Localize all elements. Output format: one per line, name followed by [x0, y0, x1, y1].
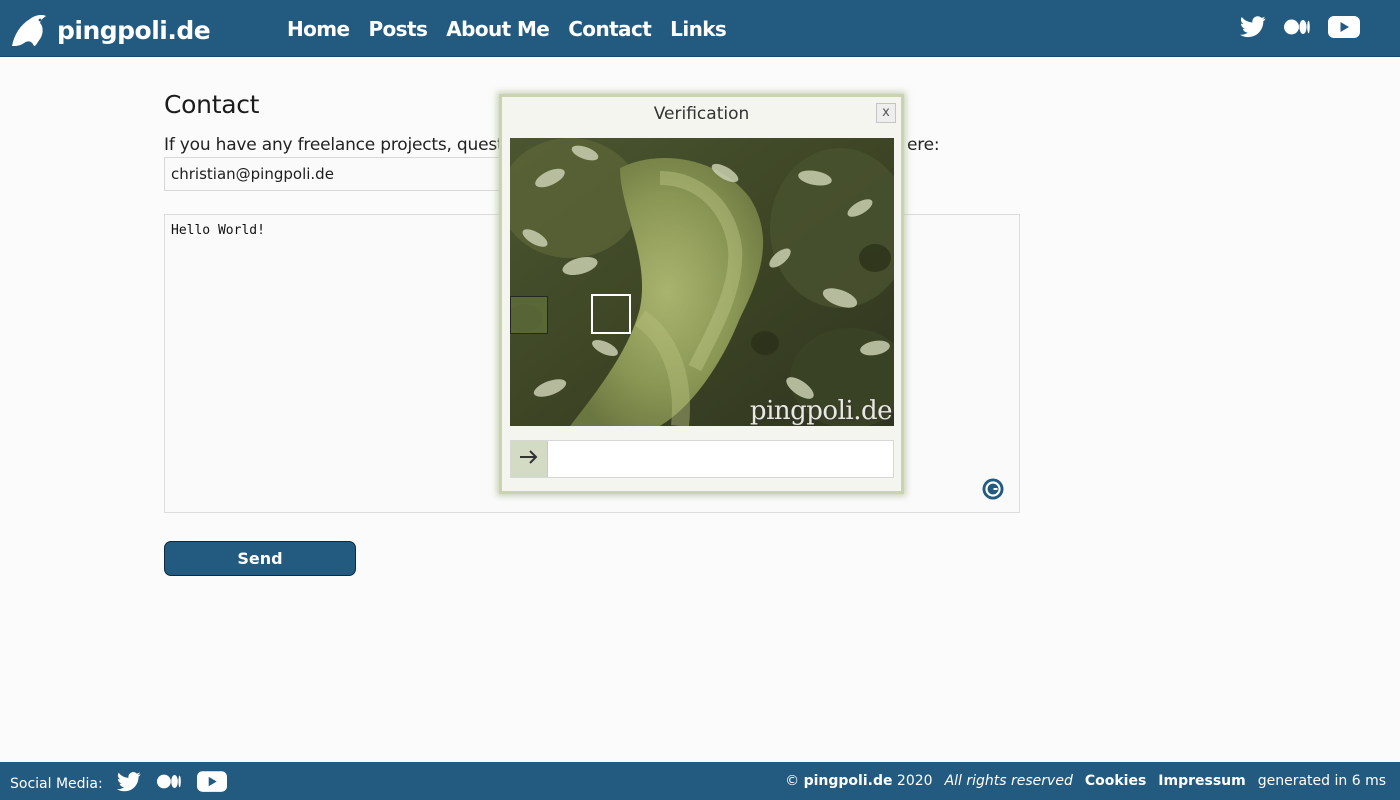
captcha-watermark: pingpoli.de [749, 396, 893, 426]
impressum-link[interactable]: Impressum [1158, 773, 1245, 789]
captcha-answer-row [510, 440, 894, 478]
send-button[interactable]: Send [164, 541, 356, 576]
footer: Social Media: © pingpoli.de 2020 All rig… [0, 762, 1400, 800]
header-social-links [1222, 16, 1360, 43]
youtube-icon[interactable] [196, 771, 227, 796]
arrow-right-icon [519, 449, 539, 469]
footer-info: © pingpoli.de 2020 All rights reserved C… [773, 773, 1386, 789]
copyright-name: pingpoli.de [803, 773, 893, 789]
rights-text: All rights reserved [944, 773, 1073, 789]
nav-links[interactable]: Links [670, 17, 727, 41]
moss-forest-picture [510, 138, 894, 426]
nav-posts[interactable]: Posts [368, 17, 427, 41]
youtube-icon[interactable] [1328, 16, 1360, 43]
twitter-icon[interactable] [1240, 16, 1266, 43]
verification-title: Verification [653, 104, 750, 124]
page-title: Contact [164, 90, 260, 119]
penguin-logo-icon [10, 13, 48, 47]
social-media-label: Social Media: [10, 775, 103, 792]
medium-icon[interactable] [1284, 19, 1310, 40]
cookies-link[interactable]: Cookies [1085, 773, 1146, 789]
captcha-image: pingpoli.de [510, 138, 894, 426]
close-button[interactable]: x [876, 103, 896, 123]
copyright-year: 2020 [896, 773, 933, 789]
captcha-target-box[interactable] [591, 294, 631, 334]
generated-time: generated in 6 ms [1257, 773, 1386, 789]
top-navigation-bar: pingpoli.de Home Posts About Me Contact … [0, 0, 1400, 57]
nav-contact[interactable]: Contact [568, 17, 652, 41]
copyright-text: © pingpoli.de 2020 [785, 773, 932, 789]
captcha-puzzle-piece[interactable] [510, 296, 548, 334]
site-name: pingpoli.de [57, 15, 211, 45]
main-nav: Home Posts About Me Contact Links [287, 17, 745, 41]
twitter-icon[interactable] [116, 771, 141, 796]
nav-home[interactable]: Home [287, 17, 350, 41]
submit-arrow-button[interactable] [511, 441, 548, 477]
footer-social-links: Social Media: [10, 771, 243, 796]
site-logo-link[interactable]: pingpoli.de [10, 12, 211, 48]
verification-dialog: Verification x pingpoli.de [499, 94, 904, 494]
grammar-checker-icon[interactable] [982, 478, 1004, 500]
intro-text-visible: If you have any freelance projects, ques… [164, 135, 518, 155]
copyright-symbol: © [785, 773, 800, 789]
medium-icon[interactable] [156, 774, 181, 793]
nav-about-me[interactable]: About Me [446, 17, 550, 41]
intro-text-tail: ere: [907, 135, 940, 155]
